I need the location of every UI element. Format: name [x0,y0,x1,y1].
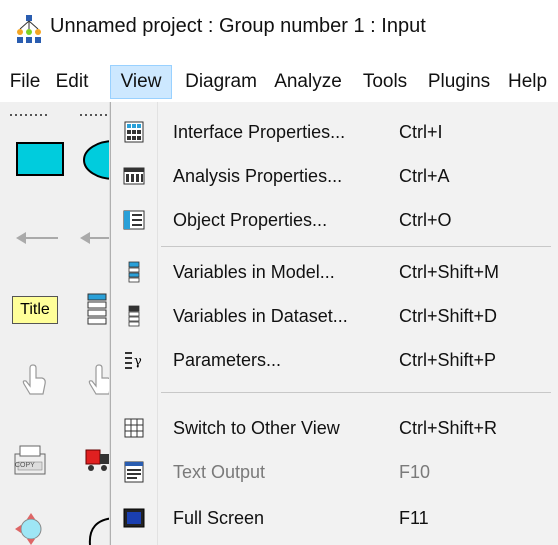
menu-help[interactable]: Help [504,66,558,98]
menu-item-label: Full Screen [173,508,265,528]
window-title: Unnamed project : Group number 1 : Input [50,15,426,37]
menu-item-shortcut: Ctrl+Shift+M [399,262,500,282]
menu-edit[interactable]: Edit [50,66,94,98]
variables-in-model-icon [128,261,140,283]
menu-item-shortcut: F11 [399,508,429,528]
view-menu-dropdown: Interface Properties... Ctrl+I Analysis … [110,102,558,545]
tool-palette: Title COPY [0,102,118,545]
menu-separator [161,246,551,247]
menu-item-shortcut: Ctrl+I [399,122,443,142]
menu-bar: File Edit View Diagram Analyze Tools Plu… [0,62,558,102]
copy-tool-label: COPY [15,462,35,469]
svg-text:γ: γ [134,354,142,369]
menu-item-object-properties[interactable]: Object Properties... Ctrl+O [111,200,558,240]
menu-separator [161,392,551,393]
move-parameter-icon[interactable] [14,512,48,545]
menu-item-parameters[interactable]: γ Parameters... Ctrl+Shift+P [111,340,558,380]
title-tool[interactable]: Title [12,296,58,324]
menu-item-label: Interface Properties... [173,122,346,142]
menu-tools[interactable]: Tools [354,66,416,98]
menu-diagram[interactable]: Diagram [178,66,264,98]
menu-item-shortcut: Ctrl+Shift+R [399,418,498,438]
menu-item-analysis-properties[interactable]: Analysis Properties... Ctrl+A [111,156,558,196]
object-properties-icon [123,210,145,230]
menu-item-shortcut: Ctrl+A [399,166,450,186]
menu-item-shortcut: Ctrl+Shift+P [399,350,497,370]
title-bar: Unnamed project : Group number 1 : Input [0,0,558,62]
menu-item-full-screen[interactable]: Full Screen F11 [111,498,558,538]
menu-view[interactable]: View [110,65,172,99]
menu-item-interface-properties[interactable]: Interface Properties... Ctrl+I [111,112,558,152]
menu-item-label: Variables in Model... [173,262,335,282]
menu-item-shortcut: Ctrl+O [399,210,452,230]
menu-item-label: Text Output [173,462,266,482]
select-one-hand-icon[interactable] [18,364,48,398]
menu-item-shortcut: Ctrl+Shift+D [399,306,498,326]
app-logo-icon [17,15,41,43]
menu-item-variables-in-model[interactable]: Variables in Model... Ctrl+Shift+M [111,252,558,292]
palette-grip [10,114,110,116]
menu-item-switch-view[interactable]: Switch to Other View Ctrl+Shift+R [111,408,558,448]
menu-item-label: Switch to Other View [173,418,340,438]
parameters-icon: γ [125,352,142,369]
draw-observed-variable-tool[interactable] [16,142,64,176]
variables-in-dataset-icon [128,305,140,327]
menu-item-label: Variables in Dataset... [173,306,348,326]
draw-path-tool[interactable] [14,226,60,250]
interface-properties-icon [124,121,144,143]
analysis-properties-icon [123,167,145,185]
list-variables-tool[interactable] [86,292,110,332]
menu-item-variables-in-dataset[interactable]: Variables in Dataset... Ctrl+Shift+D [111,296,558,336]
text-output-icon [124,461,144,483]
menu-item-label: Parameters... [173,350,282,370]
copy-tool-icon[interactable] [12,442,48,478]
switch-view-icon [124,418,144,438]
menu-item-shortcut: F10 [399,462,431,482]
menu-item-label: Analysis Properties... [173,166,343,186]
menu-item-label: Object Properties... [173,210,328,230]
full-screen-icon [123,508,145,528]
menu-plugins[interactable]: Plugins [420,66,498,98]
menu-file[interactable]: File [4,66,46,98]
menu-item-text-output[interactable]: Text Output F10 [111,452,558,492]
menu-analyze[interactable]: Analyze [268,66,348,98]
